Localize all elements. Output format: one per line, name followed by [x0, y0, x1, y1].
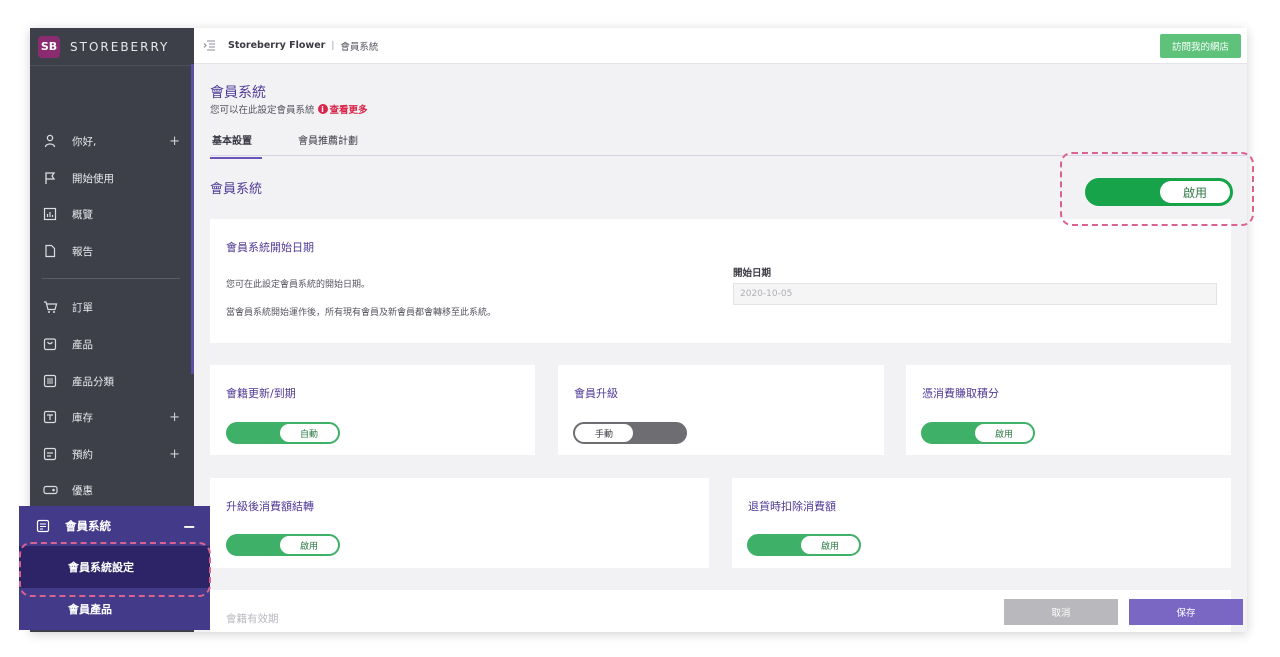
earn-points-switch[interactable]: 啟用 — [921, 422, 1035, 444]
sidebar-item-overview[interactable]: 概覽 — [30, 199, 194, 229]
carry-over-title: 升級後消費額結轉 — [226, 500, 314, 513]
cancel-button[interactable]: 取消 — [1004, 599, 1118, 625]
list-icon — [42, 373, 58, 389]
expand-plus-icon[interactable]: + — [169, 410, 180, 425]
sidebar-item-booking[interactable]: 預約 + — [30, 439, 194, 469]
page-title: 會員系統 — [210, 85, 266, 101]
product-icon — [42, 336, 58, 352]
tab-referral-program[interactable]: 會員推薦計劃 — [298, 132, 358, 157]
highlight-toggle-outline — [1060, 152, 1254, 226]
earn-points-card: 憑消費賺取積分 啟用 — [906, 365, 1231, 455]
storeberry-logo-icon: SB — [38, 35, 60, 58]
brand[interactable]: SB STOREBERRY — [30, 28, 194, 66]
start-date-label: 開始日期 — [733, 268, 772, 279]
sidebar-item-promotions[interactable]: 優惠 — [30, 475, 194, 505]
sidebar-item-label: 優惠 — [72, 484, 93, 497]
upgrade-title: 會員升級 — [574, 387, 618, 400]
app-window: SB STOREBERRY 你好, + 開始使用 概覽 報告 訂單 產品 產品分… — [30, 28, 1247, 632]
upgrade-card: 會員升級 手動 — [558, 365, 884, 455]
renewal-title: 會籍更新/到期 — [226, 387, 296, 400]
brand-name: STOREBERRY — [70, 39, 170, 54]
start-date-title: 會員系統開始日期 — [226, 241, 314, 254]
member-system-section-title: 會員系統 — [210, 182, 263, 197]
upgrade-switch[interactable]: 手動 — [573, 422, 687, 444]
visit-store-button[interactable]: 訪問我的網店 — [1159, 34, 1241, 58]
sidebar-item-member-system[interactable]: 會員系統 − — [19, 506, 210, 546]
carry-over-switch[interactable]: 啟用 — [226, 534, 340, 556]
user-icon — [42, 133, 58, 149]
main-content: 會員系統 您可以在此設定會員系統 i 查看更多 基本設置 會員推薦計劃 會員系統… — [194, 64, 1247, 632]
breadcrumb-separator: | — [331, 40, 335, 51]
expand-plus-icon[interactable]: + — [169, 134, 180, 149]
sidebar-item-label: 你好, — [72, 135, 97, 148]
expand-plus-icon[interactable]: + — [169, 447, 180, 462]
refund-deduct-title: 退貨時扣除消費額 — [748, 500, 836, 513]
member-card-icon — [35, 518, 51, 534]
calendar-icon — [42, 446, 58, 462]
collapse-menu-icon[interactable] — [202, 39, 216, 53]
page-subtitle-text: 您可以在此設定會員系統 — [210, 105, 315, 116]
sidebar-item-label: 概覽 — [72, 208, 93, 221]
upgrade-switch-label: 手動 — [575, 424, 633, 442]
sidebar-item-reports[interactable]: 報告 — [30, 236, 194, 266]
collapse-minus-icon[interactable]: − — [183, 517, 196, 536]
flag-icon — [42, 170, 58, 186]
chart-icon — [42, 206, 58, 222]
sidebar-item-label: 報告 — [72, 245, 93, 258]
breadcrumb-store[interactable]: Storeberry Flower — [228, 40, 325, 51]
info-icon: i — [317, 104, 328, 114]
earn-points-title: 憑消費賺取積分 — [922, 387, 999, 400]
start-date-desc-1: 您可在此設定會員系統的開始日期。 — [226, 280, 371, 290]
sidebar-item-label: 產品 — [72, 338, 93, 351]
highlight-menu-outline — [19, 542, 211, 597]
refund-deduct-switch[interactable]: 啟用 — [747, 534, 861, 556]
earn-points-switch-label: 啟用 — [975, 424, 1033, 442]
sidebar-item-inventory[interactable]: 庫存 + — [30, 402, 194, 432]
learn-more-link[interactable]: 查看更多 — [330, 102, 368, 116]
sidebar-item-label: 庫存 — [72, 411, 93, 424]
page-subtitle: 您可以在此設定會員系統 i 查看更多 — [210, 102, 368, 116]
sidebar-item-label: 產品分類 — [72, 375, 114, 388]
cart-icon — [42, 299, 58, 315]
renewal-switch[interactable]: 自動 — [226, 422, 340, 444]
sidebar-item-label: 開始使用 — [72, 172, 114, 185]
coupon-icon — [42, 482, 58, 498]
sidebar-item-label: 預約 — [72, 448, 93, 461]
start-date-input[interactable] — [733, 283, 1217, 305]
start-date-card: 會員系統開始日期 您可在此設定會員系統的開始日期。 當會員系統開始運作後，所有現… — [210, 219, 1231, 343]
carry-over-card: 升級後消費額結轉 啟用 — [210, 478, 709, 568]
sidebar-item-get-started[interactable]: 開始使用 — [30, 163, 194, 193]
sidebar-item-label: 訂單 — [72, 301, 93, 314]
refund-deduct-card: 退貨時扣除消費額 啟用 — [732, 478, 1231, 568]
sidebar-item-orders[interactable]: 訂單 — [30, 292, 194, 322]
sidebar-item-label: 會員系統 — [65, 519, 111, 533]
start-date-desc-2: 當會員系統開始運作後，所有現有會員及新會員都會轉移至此系統。 — [226, 308, 497, 318]
top-bar: Storeberry Flower | 會員系統 訪問我的網店 — [194, 28, 1247, 64]
renewal-card: 會籍更新/到期 自動 — [210, 365, 535, 455]
breadcrumb-current: 會員系統 — [340, 41, 379, 53]
refund-deduct-switch-label: 啟用 — [801, 536, 859, 554]
sidebar-item-categories[interactable]: 產品分類 — [30, 366, 194, 396]
sidebar-item-products[interactable]: 產品 — [30, 329, 194, 359]
validity-title: 會籍有效期 — [226, 613, 279, 625]
sidebar-item-hello[interactable]: 你好, + — [30, 126, 194, 156]
file-icon — [42, 243, 58, 259]
inventory-icon — [42, 409, 58, 425]
carry-over-switch-label: 啟用 — [280, 536, 338, 554]
sidebar-divider — [42, 278, 180, 279]
renewal-switch-label: 自動 — [280, 424, 338, 442]
tab-basic-settings[interactable]: 基本設置 — [210, 132, 262, 159]
save-button[interactable]: 保存 — [1129, 599, 1243, 625]
